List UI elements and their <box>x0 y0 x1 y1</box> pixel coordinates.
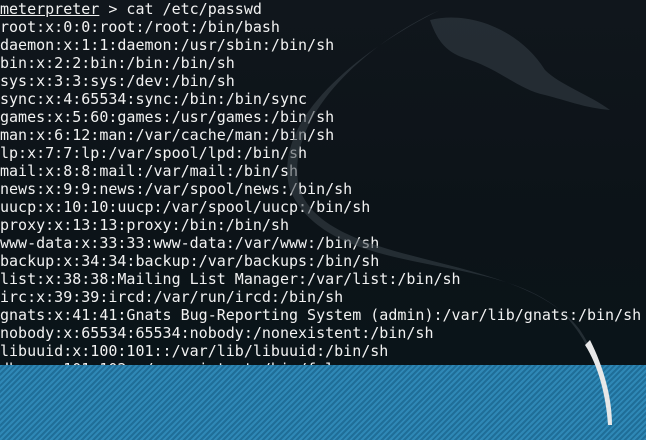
terminal-window[interactable]: meterpreter > cat /etc/passwd root:x:0:0:… <box>0 0 646 365</box>
output-line: sync:x:4:65534:sync:/bin:/bin/sync <box>0 90 308 108</box>
command: > cat /etc/passwd <box>99 0 262 18</box>
output-line: irc:x:39:39:ircd:/var/run/ircd:/bin/sh <box>0 288 344 306</box>
output-line: nobody:x:65534:65534:nobody:/nonexistent… <box>0 324 434 342</box>
output-line: list:x:38:38:Mailing List Manager:/var/l… <box>0 270 461 288</box>
output-line: dhcp:x:101:102::/nonexistent:/bin/false <box>0 360 641 365</box>
prompt: meterpreter <box>0 0 100 18</box>
output-line: root:x:0:0:root:/root:/bin/bash <box>0 18 280 36</box>
terminal-output: meterpreter > cat /etc/passwd root:x:0:0:… <box>0 0 641 365</box>
output-line: mail:x:8:8:mail:/var/mail:/bin/sh <box>0 162 299 180</box>
output-line: uucp:x:10:10:uucp:/var/spool/uucp:/bin/s… <box>0 198 371 216</box>
output-line: backup:x:34:34:backup:/var/backups:/bin/… <box>0 252 380 270</box>
output-line: news:x:9:9:news:/var/spool/news:/bin/sh <box>0 180 353 198</box>
output-line: daemon:x:1:1:daemon:/usr/sbin:/bin/sh <box>0 36 335 54</box>
output-line: proxy:x:13:13:proxy:/bin:/bin/sh <box>0 216 289 234</box>
output-line: games:x:5:60:games:/usr/games:/bin/sh <box>0 108 335 126</box>
output-line: lp:x:7:7:lp:/var/spool/lpd:/bin/sh <box>0 144 308 162</box>
desktop: meterpreter > cat /etc/passwd root:x:0:0:… <box>0 0 646 440</box>
output-line: sys:x:3:3:sys:/dev:/bin/sh <box>0 72 235 90</box>
output-line: gnats:x:41:41:Gnats Bug-Reporting System… <box>0 306 642 324</box>
output-line: man:x:6:12:man:/var/cache/man:/bin/sh <box>0 126 335 144</box>
output-line: www-data:x:33:33:www-data:/var/www:/bin/… <box>0 234 380 252</box>
output-line: libuuid:x:100:101::/var/lib/libuuid:/bin… <box>0 342 389 360</box>
output-line: bin:x:2:2:bin:/bin:/bin/sh <box>0 54 235 72</box>
command-line: meterpreter > cat /etc/passwd <box>0 0 641 18</box>
